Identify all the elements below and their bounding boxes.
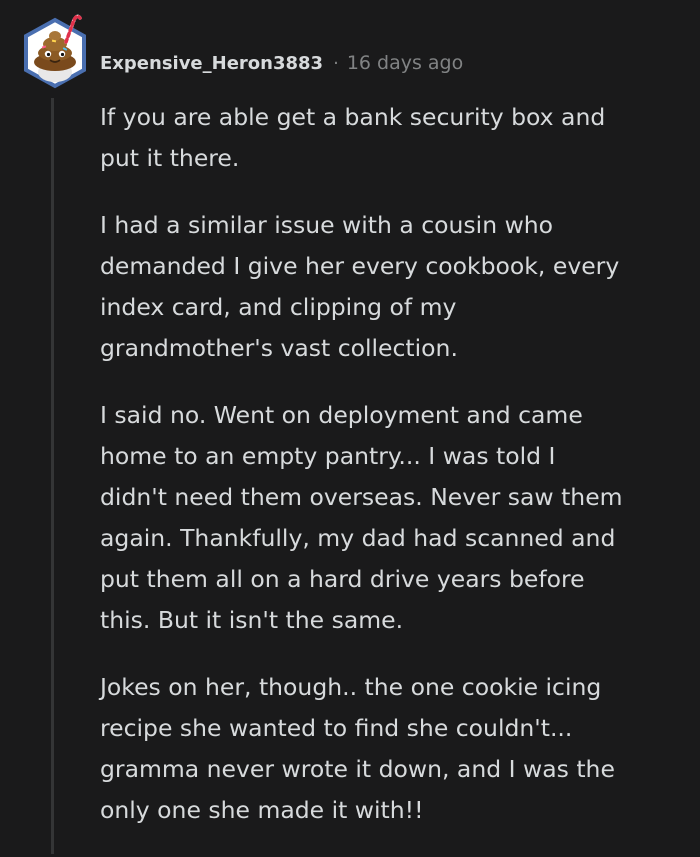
text-line: home to an empty pantry... I was told I [100,442,556,470]
text-line: recipe she wanted to find she couldn't..… [100,714,573,742]
comment-header: Expensive_Heron3883 · 16 days ago [100,48,463,78]
username-link[interactable]: Expensive_Heron3883 [100,53,323,74]
avatar[interactable] [22,14,88,92]
text-line: Jokes on her, though.. the one cookie ic… [100,673,602,701]
text-line: only one she made it with!! [100,796,424,824]
text-line: grandmother's vast collection. [100,334,458,362]
snoo-avatar-icon [24,14,86,89]
text-line: I said no. Went on deployment and came [100,401,583,429]
text-line: put it there. [100,144,240,172]
text-line: demanded I give her every cookbook, ever… [100,252,620,280]
comment-paragraph: I said no. Went on deployment and came h… [100,395,690,641]
comment: Expensive_Heron3883 · 16 days ago If you… [0,0,700,854]
text-line: I had a similar issue with a cousin who [100,211,554,239]
text-line: this. But it isn't the same. [100,606,404,634]
text-line: put them all on a hard drive years befor… [100,565,585,593]
text-line: index card, and clipping of my [100,293,457,321]
text-line: again. Thankfully, my dad had scanned an… [100,524,616,552]
thread-collapse-line[interactable] [51,98,54,854]
comment-paragraph: I had a similar issue with a cousin who … [100,205,690,369]
text-line: gramma never wrote it down, and I was th… [100,755,615,783]
text-line: If you are able get a bank security box … [100,103,606,131]
comment-paragraph: If you are able get a bank security box … [100,97,690,179]
comment-body: If you are able get a bank security box … [100,97,690,857]
comment-paragraph: Jokes on her, though.. the one cookie ic… [100,667,690,831]
timestamp-link[interactable]: 16 days ago [347,52,463,74]
meta-separator: · [333,52,339,74]
text-line: didn't need them overseas. Never saw the… [100,483,623,511]
